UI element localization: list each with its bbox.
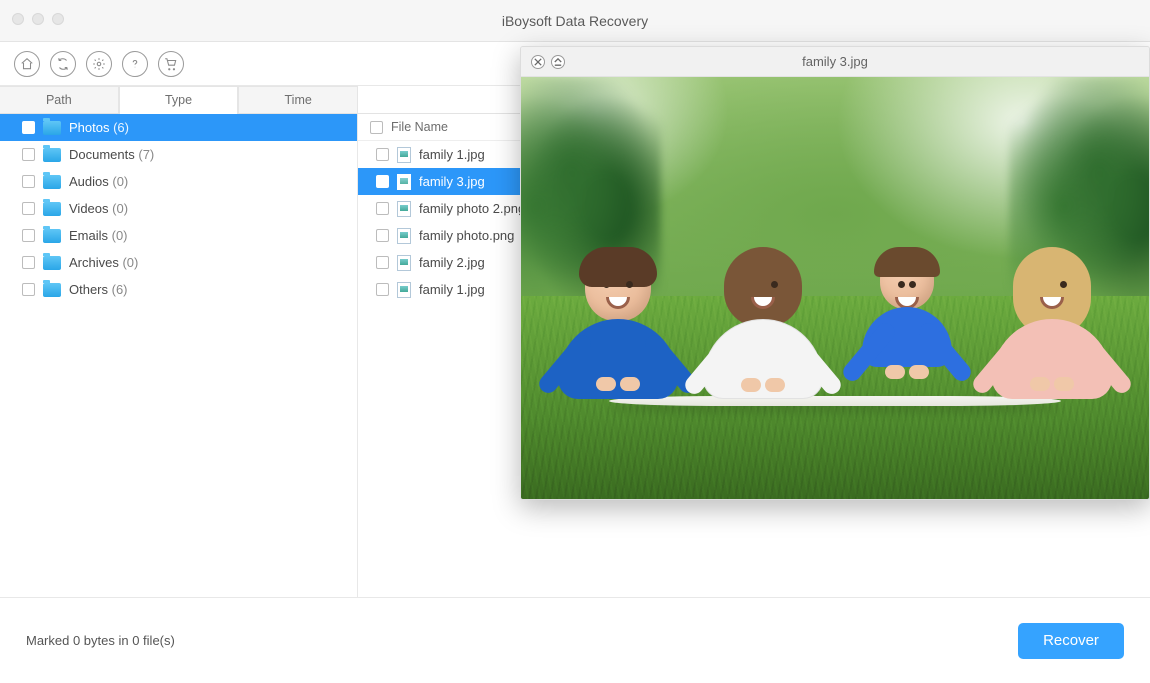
settings-button[interactable] xyxy=(86,51,112,77)
preview-image xyxy=(521,77,1149,499)
file-name: family photo 2.png xyxy=(419,201,525,216)
preview-person xyxy=(979,251,1123,431)
category-sidebar: Photos (6) Documents (7) Audios (0) Videos … xyxy=(0,114,358,597)
category-count: (6) xyxy=(113,120,129,135)
category-count: (7) xyxy=(138,147,154,162)
image-file-icon xyxy=(397,174,411,190)
folder-icon xyxy=(43,148,61,162)
column-file-name: File Name xyxy=(391,120,448,134)
tab-type[interactable]: Type xyxy=(119,86,239,113)
category-checkbox[interactable] xyxy=(22,121,35,134)
recover-button[interactable]: Recover xyxy=(1018,623,1124,659)
file-checkbox[interactable] xyxy=(376,175,389,188)
file-checkbox[interactable] xyxy=(376,283,389,296)
close-icon xyxy=(534,58,542,66)
close-window-icon[interactable] xyxy=(12,13,24,25)
image-file-icon xyxy=(397,282,411,298)
category-label: Videos (0) xyxy=(69,201,128,216)
folder-icon xyxy=(43,229,61,243)
category-label: Others (6) xyxy=(69,282,128,297)
preview-titlebar: family 3.jpg xyxy=(521,47,1149,77)
preview-title: family 3.jpg xyxy=(802,54,868,69)
folder-icon xyxy=(43,175,61,189)
file-checkbox[interactable] xyxy=(376,229,389,242)
category-checkbox[interactable] xyxy=(22,283,35,296)
tab-time[interactable]: Time xyxy=(238,86,358,113)
sidebar-item-others[interactable]: Others (6) xyxy=(0,276,357,303)
category-checkbox[interactable] xyxy=(22,148,35,161)
file-name: family 3.jpg xyxy=(419,174,485,189)
category-checkbox[interactable] xyxy=(22,175,35,188)
marked-status: Marked 0 bytes in 0 file(s) xyxy=(26,633,175,648)
zoom-window-icon[interactable] xyxy=(52,13,64,25)
file-name: family 2.jpg xyxy=(419,255,485,270)
category-count: (0) xyxy=(112,201,128,216)
cart-icon xyxy=(164,57,178,71)
preview-window[interactable]: family 3.jpg xyxy=(520,46,1150,500)
category-label: Audios (0) xyxy=(69,174,128,189)
category-count: (0) xyxy=(112,228,128,243)
folder-icon xyxy=(43,202,61,216)
sidebar-item-photos[interactable]: Photos (6) xyxy=(0,114,357,141)
app-title: iBoysoft Data Recovery xyxy=(502,13,648,29)
preview-person xyxy=(835,251,979,431)
file-checkbox[interactable] xyxy=(376,202,389,215)
file-name: family 1.jpg xyxy=(419,147,485,162)
question-icon xyxy=(128,57,142,71)
cart-button[interactable] xyxy=(158,51,184,77)
category-count: (6) xyxy=(112,282,128,297)
category-count: (0) xyxy=(122,255,138,270)
minimize-window-icon[interactable] xyxy=(32,13,44,25)
sidebar-item-archives[interactable]: Archives (0) xyxy=(0,249,357,276)
refresh-icon xyxy=(56,57,70,71)
image-file-icon xyxy=(397,228,411,244)
category-checkbox[interactable] xyxy=(22,202,35,215)
folder-icon xyxy=(43,283,61,297)
sidebar-item-audios[interactable]: Audios (0) xyxy=(0,168,357,195)
file-checkbox[interactable] xyxy=(376,148,389,161)
file-checkbox[interactable] xyxy=(376,256,389,269)
gear-icon xyxy=(92,57,106,71)
sidebar-item-documents[interactable]: Documents (7) xyxy=(0,141,357,168)
expand-icon xyxy=(554,58,562,66)
footer: Marked 0 bytes in 0 file(s) Recover xyxy=(0,597,1150,683)
category-label: Documents (7) xyxy=(69,147,154,162)
category-count: (0) xyxy=(112,174,128,189)
home-button[interactable] xyxy=(14,51,40,77)
image-file-icon xyxy=(397,147,411,163)
category-label: Photos (6) xyxy=(69,120,129,135)
image-file-icon xyxy=(397,201,411,217)
preview-person xyxy=(546,251,690,431)
category-checkbox[interactable] xyxy=(22,256,35,269)
preview-person xyxy=(691,251,835,431)
window-controls xyxy=(12,13,64,25)
titlebar: iBoysoft Data Recovery xyxy=(0,0,1150,42)
category-label: Archives (0) xyxy=(69,255,138,270)
rescan-button[interactable] xyxy=(50,51,76,77)
preview-close-button[interactable] xyxy=(531,55,545,69)
help-button[interactable] xyxy=(122,51,148,77)
category-checkbox[interactable] xyxy=(22,229,35,242)
preview-expand-button[interactable] xyxy=(551,55,565,69)
file-name: family 1.jpg xyxy=(419,282,485,297)
tab-path[interactable]: Path xyxy=(0,86,119,113)
folder-icon xyxy=(43,256,61,270)
sidebar-item-videos[interactable]: Videos (0) xyxy=(0,195,357,222)
select-all-checkbox[interactable] xyxy=(370,121,383,134)
home-icon xyxy=(20,57,34,71)
folder-icon xyxy=(43,121,61,135)
sidebar-item-emails[interactable]: Emails (0) xyxy=(0,222,357,249)
category-label: Emails (0) xyxy=(69,228,128,243)
file-name: family photo.png xyxy=(419,228,514,243)
image-file-icon xyxy=(397,255,411,271)
